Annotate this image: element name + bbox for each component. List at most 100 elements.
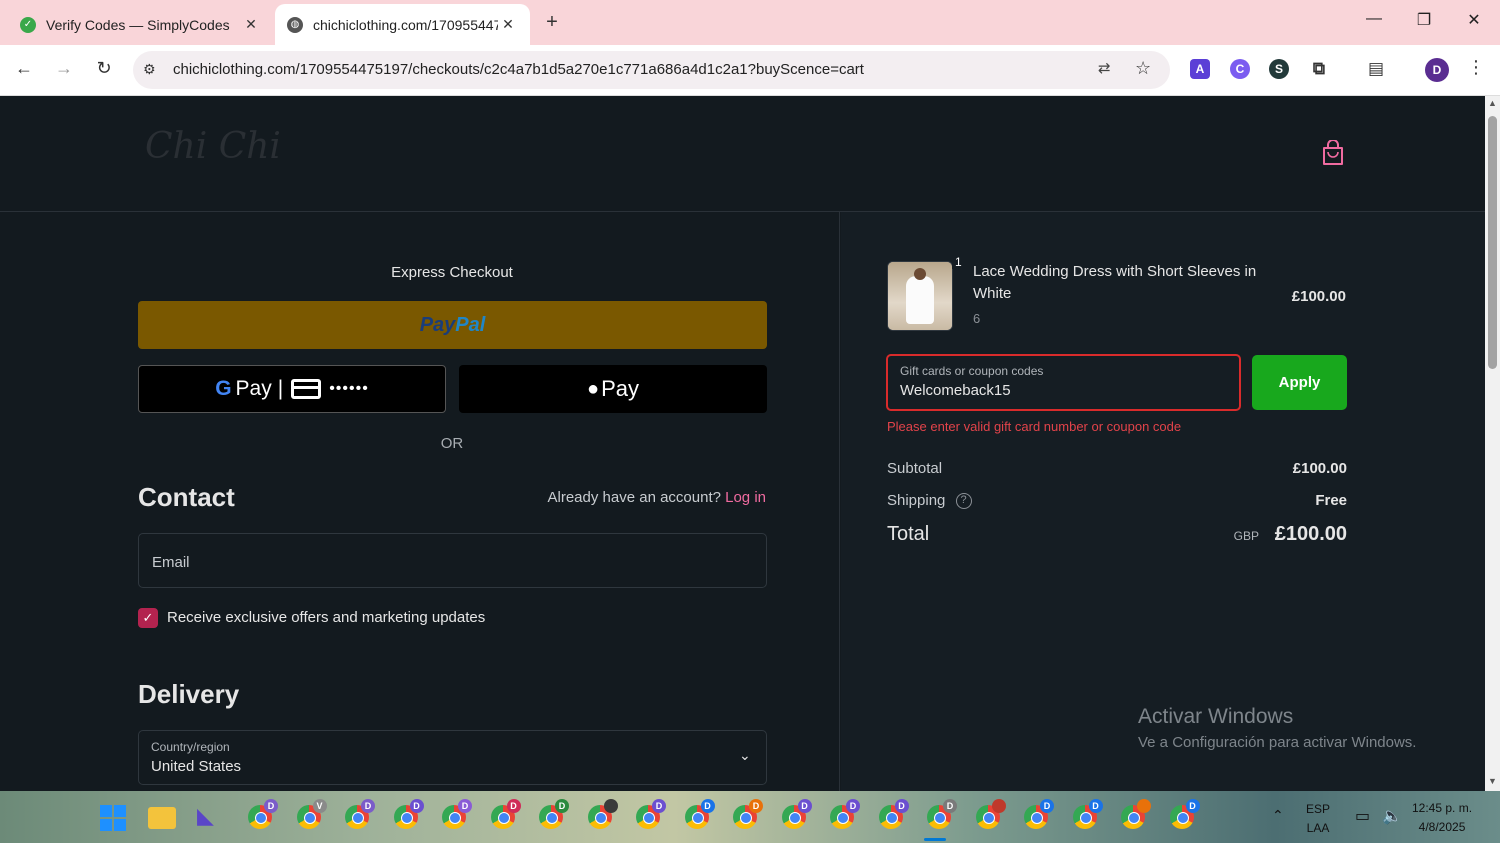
windows-activation-watermark: Activar Windows Ve a Configuración para …: [1138, 705, 1416, 751]
chrome-profile-icon[interactable]: D: [489, 799, 521, 831]
scroll-up-arrow-icon[interactable]: ▲: [1488, 98, 1497, 108]
chrome-profile-icon[interactable]: [1119, 799, 1151, 831]
chrome-profile-icon[interactable]: D: [246, 799, 278, 831]
account-prompt-text: Already have an account?: [547, 489, 721, 506]
store-header: Chi Chi: [0, 96, 1485, 212]
profile-avatar[interactable]: D: [1425, 58, 1449, 82]
clock[interactable]: 12:45 p. m. 4/8/2025: [1412, 801, 1472, 834]
chrome-profile-icon[interactable]: D: [392, 799, 424, 831]
address-bar[interactable]: ⚙ chichiclothing.com/1709554475197/check…: [133, 51, 1170, 89]
profile-badge: D: [555, 799, 569, 813]
coupon-value[interactable]: Welcomeback15: [900, 382, 1011, 399]
contact-heading: Contact: [138, 482, 235, 512]
chrome-profile-icon[interactable]: D: [683, 799, 715, 831]
subtotal-value: £100.00: [1292, 460, 1347, 477]
windows-start-icon[interactable]: [100, 805, 126, 831]
profile-badge: D: [1088, 799, 1103, 813]
chrome-profile-icon[interactable]: [974, 799, 1006, 831]
profile-badge: D: [652, 799, 666, 813]
google-pay-button[interactable]: G Pay | ••••••: [138, 365, 446, 413]
site-info-icon[interactable]: ⚙: [143, 61, 156, 78]
extensions-puzzle-icon[interactable]: ⧉: [1309, 59, 1329, 79]
active-app-indicator: [924, 838, 946, 841]
tab-checkout[interactable]: ◍ chichiclothing.com/170955447 ✕: [275, 4, 530, 45]
watermark-title: Activar Windows: [1138, 705, 1294, 728]
tab-title: Verify Codes — SimplyCodes: [46, 16, 230, 33]
chrome-profile-icon[interactable]: D: [828, 799, 860, 831]
product-name: Lace Wedding Dress with Short Sleeves in…: [973, 263, 1257, 302]
restore-button[interactable]: ❐: [1409, 10, 1439, 30]
profile-badge: D: [749, 799, 763, 813]
volume-icon[interactable]: 🔈: [1382, 806, 1402, 826]
chrome-profile-icon[interactable]: D: [1168, 799, 1200, 831]
subtotal-label: Subtotal: [887, 460, 943, 477]
email-field[interactable]: Email: [138, 533, 767, 588]
help-icon[interactable]: ?: [955, 493, 972, 510]
apple-logo-icon: ●: [586, 377, 600, 400]
bookmark-star-icon[interactable]: ☆: [1135, 58, 1151, 79]
chrome-profile-icon[interactable]: D: [925, 799, 957, 831]
gpay-divider: |: [277, 377, 284, 400]
total-currency: GBP: [1233, 529, 1259, 543]
chrome-profile-icon[interactable]: V: [295, 799, 327, 831]
applepay-label: Pay: [601, 376, 639, 401]
chrome-profile-icon[interactable]: D: [1071, 799, 1103, 831]
language-indicator[interactable]: ESP LAA: [1306, 802, 1330, 835]
browser-menu-icon[interactable]: ⋮: [1466, 57, 1486, 78]
browser-toolbar: ← → ↻ ⚙ chichiclothing.com/1709554475197…: [0, 45, 1500, 96]
translate-icon[interactable]: ⇄: [1098, 59, 1111, 77]
tray-overflow-icon[interactable]: ⌃: [1272, 807, 1284, 824]
chrome-profile-icon[interactable]: D: [343, 799, 375, 831]
profile-badge: D: [1185, 799, 1200, 813]
profile-badge: D: [506, 799, 521, 813]
extension-c-icon[interactable]: C: [1230, 59, 1250, 79]
network-icon[interactable]: ▭: [1355, 806, 1370, 826]
reload-button[interactable]: ↻: [92, 58, 116, 79]
account-prompt: Already have an account? Log in: [450, 489, 767, 506]
profile-badge: D: [409, 799, 424, 813]
chrome-profile-icon[interactable]: D: [440, 799, 472, 831]
paypal-button[interactable]: Pay Pal: [138, 301, 767, 349]
new-tab-button[interactable]: +: [540, 11, 564, 34]
url-text[interactable]: chichiclothing.com/1709554475197/checkou…: [173, 61, 864, 78]
store-logo[interactable]: Chi Chi: [145, 126, 281, 167]
close-tab-icon[interactable]: ✕: [241, 16, 261, 33]
close-window-button[interactable]: ✕: [1459, 10, 1489, 30]
scroll-down-arrow-icon[interactable]: ▼: [1488, 776, 1497, 786]
order-summary-column: 1 Lace Wedding Dress with Short Sleeves …: [841, 212, 1485, 792]
chrome-profile-icon[interactable]: D: [634, 799, 666, 831]
watermark-subtitle: Ve a Configuración para activar Windows.: [1138, 734, 1417, 751]
scrollbar-thumb[interactable]: [1488, 116, 1497, 369]
chrome-profile-icon[interactable]: D: [780, 799, 812, 831]
minimize-button[interactable]: —: [1359, 10, 1389, 28]
marketing-checkbox[interactable]: ✓: [138, 608, 158, 628]
page-scrollbar[interactable]: ▲ ▼: [1485, 96, 1500, 791]
chrome-profile-icon[interactable]: D: [537, 799, 569, 831]
country-select[interactable]: Country/region United States ⌄: [138, 730, 767, 785]
shopping-bag-icon[interactable]: [1322, 140, 1344, 166]
chrome-profile-icon[interactable]: [586, 799, 618, 831]
coupon-input[interactable]: Gift cards or coupon codes Welcomeback15: [886, 354, 1241, 411]
login-link[interactable]: Log in: [725, 489, 766, 506]
apply-coupon-button[interactable]: Apply: [1252, 355, 1347, 410]
chrome-profile-icon[interactable]: D: [1022, 799, 1054, 831]
forward-button[interactable]: →: [52, 58, 76, 79]
side-panel-icon[interactable]: ▤: [1366, 59, 1386, 79]
back-button[interactable]: ←: [12, 58, 36, 79]
extension-s-icon[interactable]: S: [1269, 59, 1289, 79]
chrome-profile-icon[interactable]: D: [731, 799, 763, 831]
windows-taskbar: ◣ D V D D D D D D D D D D D D D D D ⌃ ESP LAA ▭ 🔈 12:45 …: [0, 791, 1500, 843]
visual-studio-icon[interactable]: ◣: [197, 803, 214, 829]
chrome-profile-icon[interactable]: D: [877, 799, 909, 831]
extension-a-icon[interactable]: A: [1190, 59, 1210, 79]
tab-simplycodes[interactable]: ✓ Verify Codes — SimplyCodes ✕: [8, 4, 273, 45]
simplycodes-favicon-icon: ✓: [20, 16, 36, 33]
total-label: Total: [887, 523, 930, 545]
file-explorer-icon[interactable]: [148, 807, 176, 829]
product-thumbnail: [887, 261, 953, 331]
google-g-icon: G: [215, 377, 232, 400]
marketing-label[interactable]: Receive exclusive offers and marketing u…: [167, 609, 485, 626]
close-tab-icon[interactable]: ✕: [498, 16, 518, 33]
apple-pay-button[interactable]: ● Pay: [459, 365, 767, 413]
quantity-badge: 1: [952, 255, 965, 269]
